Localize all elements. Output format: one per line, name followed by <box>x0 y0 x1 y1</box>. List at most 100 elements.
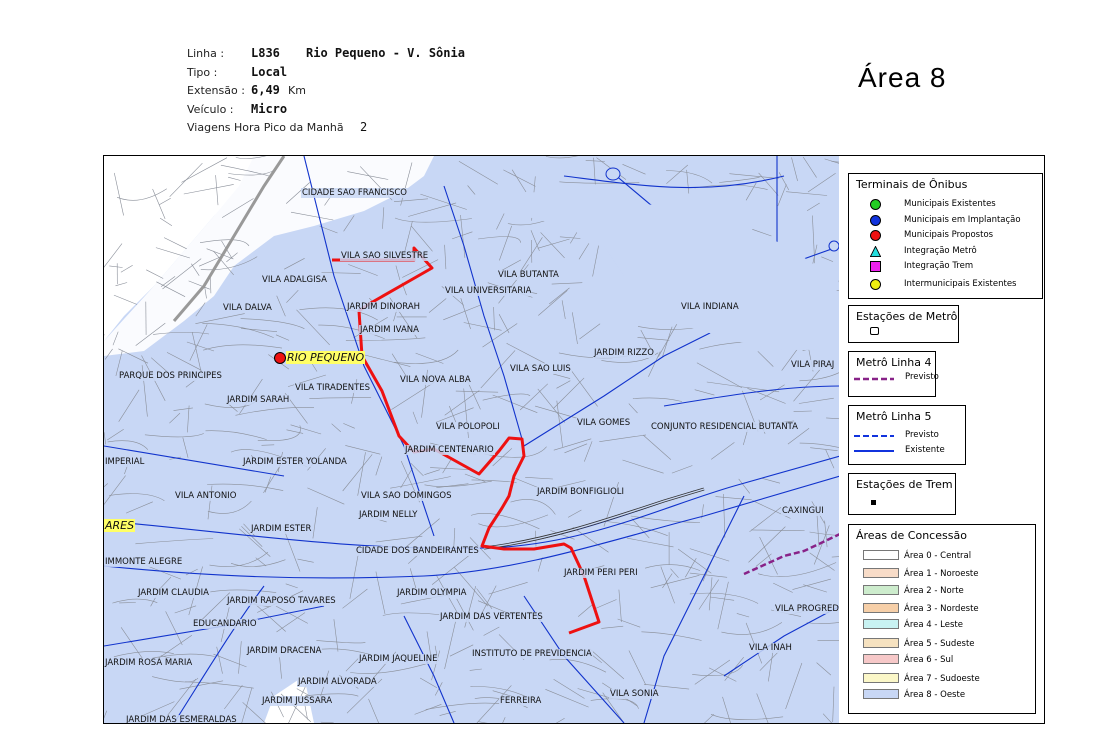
street-segment <box>410 462 424 477</box>
viagens-label: Viagens Hora Pico da Manhã <box>187 121 344 134</box>
street-segment <box>420 193 467 210</box>
legend-item-label: Área 1 - Noroeste <box>904 569 979 579</box>
street-segment <box>785 662 803 710</box>
legend-estacoes-trem: Estações de Trem <box>848 473 956 515</box>
circle-icon <box>870 215 881 226</box>
street-segment <box>166 352 202 371</box>
street-segment <box>556 380 571 389</box>
map-label: VILA SAO SILVESTRE <box>340 251 430 261</box>
street-segment <box>419 677 438 689</box>
street-segment <box>759 384 785 401</box>
map-label: JARDIM ESTER YOLANDA <box>242 457 348 467</box>
map-label: JARDIM RIZZO <box>593 348 655 358</box>
legend-item: Municipais em Implantação <box>856 214 1056 228</box>
street-segment <box>778 172 790 191</box>
street-curve <box>510 499 556 515</box>
street-segment <box>628 650 647 686</box>
street-segment <box>545 689 589 708</box>
legend-terminais: Terminais de Ônibus Municipais Existente… <box>848 173 1043 299</box>
street-segment <box>551 282 583 285</box>
legend-item-label: Intermunicipais Existentes <box>904 279 1017 289</box>
street-segment <box>104 475 126 505</box>
area-swatch <box>863 550 899 560</box>
street-segment <box>382 207 385 229</box>
street-segment <box>285 583 298 589</box>
map-canvas[interactable]: CIDADE SAO FRANCISCO VILA SAO SILVESTRE … <box>103 155 841 724</box>
viagens-row: Viagens Hora Pico da Manhã <box>187 121 344 134</box>
street-segment <box>453 527 456 548</box>
street-segment <box>791 157 798 182</box>
street-segment <box>463 322 502 331</box>
legend-item: Integração Trem <box>856 260 1056 274</box>
street-segment <box>637 337 670 341</box>
map-label: JARDIM CLAUDIA <box>137 588 210 598</box>
street-segment <box>723 493 726 538</box>
street-segment <box>488 582 528 595</box>
street-segment <box>415 352 444 364</box>
street-segment <box>826 417 840 420</box>
map-label: VILA UNIVERSITARIA <box>444 286 533 296</box>
street-curve <box>751 529 805 531</box>
street-segment <box>592 245 599 277</box>
street-segment <box>444 390 480 416</box>
street-segment <box>213 653 247 668</box>
area-swatch <box>863 654 899 664</box>
street-segment <box>173 407 193 411</box>
street-curve <box>107 440 149 450</box>
street-segment <box>368 698 379 723</box>
street-segment <box>824 158 840 165</box>
street-segment <box>431 554 471 585</box>
street-segment <box>757 351 774 367</box>
street-segment <box>469 668 482 671</box>
street-curve <box>806 621 840 624</box>
linha-name: Rio Pequeno - V. Sônia <box>306 46 465 60</box>
street-curve <box>207 483 284 491</box>
street-segment <box>762 478 781 484</box>
street-segment <box>564 443 588 454</box>
legend-item-label: Área 5 - Sudeste <box>904 639 975 649</box>
street-segment <box>758 172 779 196</box>
street-curve <box>210 589 277 593</box>
street-segment <box>348 264 378 276</box>
map-label: VILA DALVA <box>222 303 273 313</box>
map-label: JARDIM BONFIGLIOLI <box>536 487 626 497</box>
street-segment <box>816 662 832 676</box>
legend-item: Área 7 - Sudoeste <box>856 673 1056 687</box>
street-segment <box>622 459 664 474</box>
map-label: JARDIM OLYMPIA <box>396 588 468 598</box>
street-segment <box>493 306 495 331</box>
street-segment <box>195 313 245 324</box>
street-segment <box>650 575 700 589</box>
street-curve <box>632 397 683 402</box>
street-segment <box>125 501 153 514</box>
street-curve <box>394 217 472 223</box>
street-segment <box>104 710 108 719</box>
viagens-value: 2 <box>360 120 368 134</box>
map-label: VILA PROGRED <box>774 604 840 614</box>
train-station-icon <box>871 500 876 505</box>
map-label-highlight: ARES <box>104 519 136 532</box>
street-curve <box>799 371 840 382</box>
street-segment <box>798 397 834 404</box>
street-segment <box>408 202 457 217</box>
street-segment <box>553 377 585 409</box>
map-label: JARDIM JUSSARA <box>261 696 334 706</box>
street-curve <box>345 337 426 341</box>
legend-metro-linha5: Metrô Linha 5 Previsto Existente <box>848 405 966 465</box>
street-segment <box>165 611 183 646</box>
map-label: VILA SAO LUIS <box>509 364 572 374</box>
map-label: VILA SONIA <box>609 689 660 699</box>
legend-item: Área 3 - Nordeste <box>856 603 1056 617</box>
legend-estacoes-metro-title: Estações de Metrô <box>856 310 958 323</box>
street-segment <box>331 423 341 433</box>
street-segment <box>617 618 641 628</box>
street-segment <box>822 713 833 723</box>
street-segment <box>264 476 272 493</box>
street-segment <box>261 444 275 446</box>
street-segment <box>276 295 286 317</box>
street-segment <box>525 477 553 480</box>
street-segment <box>238 641 242 674</box>
street-segment <box>297 558 314 563</box>
street-segment <box>549 287 570 305</box>
map-label: VILA GOMES <box>576 418 632 428</box>
